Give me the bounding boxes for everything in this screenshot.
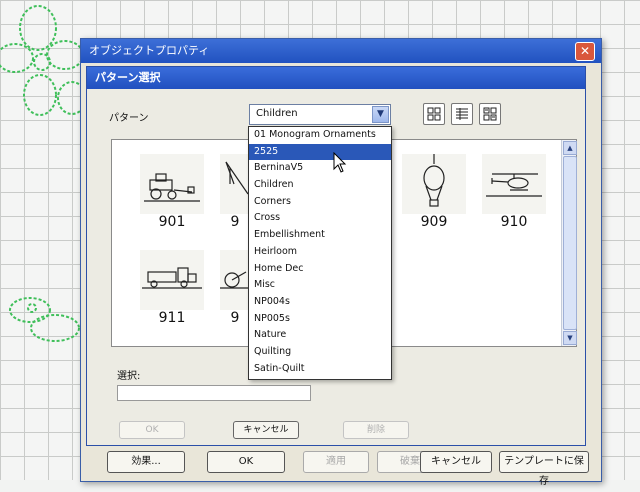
dropdown-option-selected[interactable]: 2525 xyxy=(249,143,391,161)
crane-icon xyxy=(225,161,249,195)
pattern-tile-crane[interactable] xyxy=(220,154,250,214)
dropdown-option[interactable]: NP004s xyxy=(249,294,391,311)
dropdown-option[interactable]: Satin-Quilt xyxy=(249,361,391,378)
pattern-category-dropdown[interactable]: 01 Monogram Ornaments 2525 BerninaV5 Chi… xyxy=(248,126,392,380)
hot-air-balloon-icon xyxy=(423,154,445,207)
effects-button[interactable]: 効果... xyxy=(107,451,185,473)
save-to-template-button[interactable]: テンプレートに保存 xyxy=(499,451,589,487)
pattern-tile-909[interactable] xyxy=(402,154,466,214)
dialog-ok-button[interactable]: OK xyxy=(119,421,185,439)
pattern-category-value: Children xyxy=(256,108,298,119)
apply-button[interactable]: 適用 xyxy=(303,451,369,473)
dialog-delete-button[interactable]: 削除 xyxy=(343,421,409,439)
scrollbar-thumb[interactable] xyxy=(563,156,577,330)
small-icons-view-button[interactable] xyxy=(479,103,501,125)
pattern-tile-911[interactable] xyxy=(140,250,204,310)
details-view-icon xyxy=(483,107,497,121)
mouse-pointer-icon xyxy=(333,152,347,173)
pattern-label-910: 910 xyxy=(500,214,528,230)
dropdown-option[interactable]: Corners xyxy=(249,194,391,211)
helicopter-icon xyxy=(486,173,542,197)
dropdown-option[interactable]: Heirloom xyxy=(249,244,391,261)
pattern-label-901: 901 xyxy=(158,214,186,230)
pattern-label-911: 911 xyxy=(158,310,186,326)
list-view-button[interactable] xyxy=(451,103,473,125)
pattern-category-select[interactable]: Children ▼ xyxy=(249,104,391,125)
dropdown-option[interactable]: Nature xyxy=(249,327,391,344)
pattern-list-scrollbar[interactable]: ▲ ▼ xyxy=(561,140,577,346)
large-icons-view-button[interactable] xyxy=(423,103,445,125)
dropdown-option[interactable]: NP005s xyxy=(249,311,391,328)
chevron-down-icon[interactable]: ▼ xyxy=(372,106,389,123)
object-properties-title: オブジェクトプロパティ xyxy=(81,39,601,63)
pattern-label: パターン xyxy=(109,113,149,124)
dropdown-option[interactable]: Misc xyxy=(249,277,391,294)
truck-icon xyxy=(142,267,202,289)
bicycle-icon xyxy=(220,271,250,289)
properties-ok-button[interactable]: OK xyxy=(207,451,285,473)
pattern-label-crane: 9 xyxy=(230,214,240,230)
pattern-label-bicycle: 9 xyxy=(230,310,240,326)
dropdown-option[interactable]: 01 Monogram Ornaments xyxy=(249,127,391,144)
properties-button-row: 効果... OK 適用 破棄 キャンセル テンプレートに保存 xyxy=(107,451,589,487)
pattern-selection-title: パターン選択 xyxy=(87,67,585,89)
dropdown-option[interactable]: Quilting xyxy=(249,344,391,361)
selection-label: 選択: xyxy=(117,371,141,382)
grid-view-icon xyxy=(427,107,441,121)
pattern-tile-910[interactable] xyxy=(482,154,546,214)
pattern-tile-bicycle[interactable] xyxy=(220,250,250,310)
dialog-cancel-button[interactable]: キャンセル xyxy=(233,421,299,439)
dropdown-option[interactable]: BerninaV5 xyxy=(249,160,391,177)
embroidery-leaf-design xyxy=(9,297,80,342)
close-icon[interactable]: ✕ xyxy=(575,42,595,61)
properties-cancel-button[interactable]: キャンセル xyxy=(420,451,492,473)
dropdown-option[interactable]: Home Dec xyxy=(249,261,391,278)
dropdown-option[interactable]: Cross xyxy=(249,210,391,227)
list-view-icon xyxy=(456,108,468,120)
pattern-tile-901[interactable] xyxy=(140,154,204,214)
tractor-icon xyxy=(144,173,200,202)
scroll-up-icon[interactable]: ▲ xyxy=(563,141,577,155)
selection-field[interactable] xyxy=(117,385,311,401)
scroll-down-icon[interactable]: ▼ xyxy=(563,331,577,345)
pattern-label-909: 909 xyxy=(420,214,448,230)
dropdown-option[interactable]: Embellishment xyxy=(249,227,391,244)
dropdown-option[interactable]: Children xyxy=(249,177,391,194)
